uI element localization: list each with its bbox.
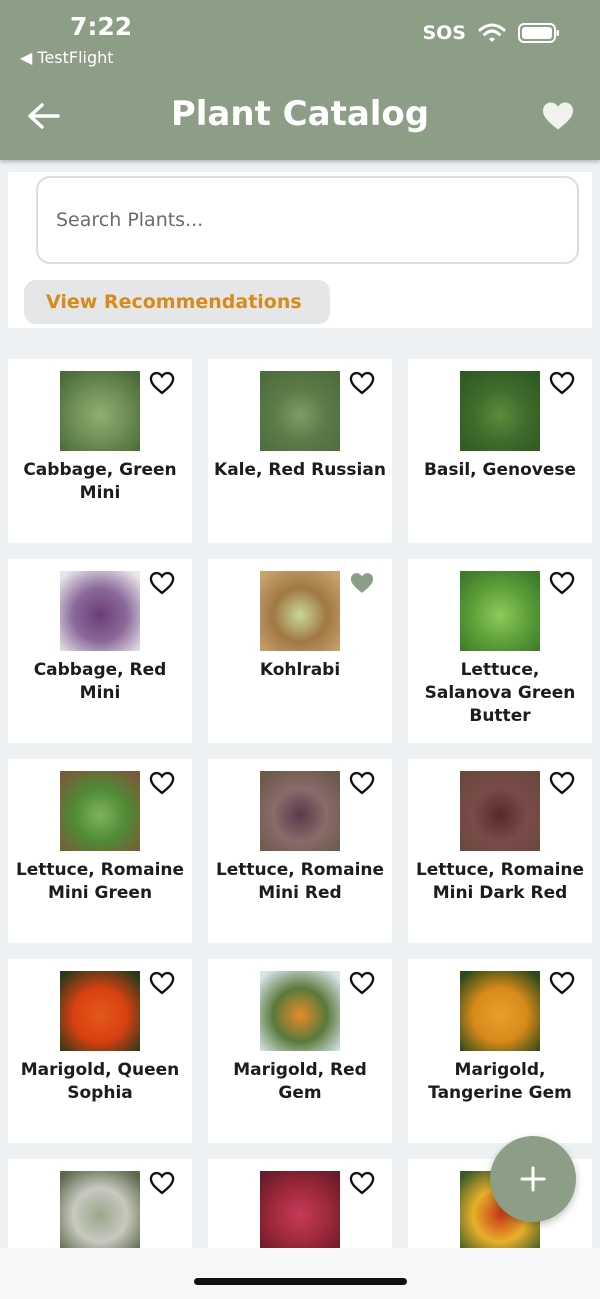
plant-image — [460, 971, 540, 1051]
plant-card[interactable]: Lettuce, Salanova Green Butter — [408, 559, 592, 743]
plant-name: Kohlrabi — [259, 660, 341, 680]
plant-name: Basil, Genovese — [423, 460, 577, 480]
plant-image — [260, 371, 340, 451]
plant-image — [60, 1171, 140, 1251]
heart-outline-icon[interactable] — [348, 769, 376, 797]
plant-image — [260, 971, 340, 1051]
plant-image — [60, 571, 140, 651]
view-recommendations-button[interactable]: View Recommendations — [24, 280, 330, 324]
heart-outline-icon[interactable] — [348, 1169, 376, 1197]
search-input[interactable] — [36, 176, 579, 264]
plant-name: Lettuce, Romaine Mini Dark Red — [415, 860, 585, 903]
plant-card[interactable]: Cabbage, Red Mini — [8, 559, 192, 743]
plus-icon — [520, 1166, 546, 1192]
plant-card[interactable]: Marigold, Red Gem — [208, 959, 392, 1143]
plant-image — [60, 971, 140, 1051]
plant-name: Cabbage, Green Mini — [23, 460, 177, 503]
heart-outline-icon[interactable] — [148, 769, 176, 797]
plant-card[interactable]: Lettuce, Romaine Mini Dark Red — [408, 759, 592, 943]
heart-filled-icon[interactable] — [540, 98, 576, 134]
plant-card[interactable]: Cabbage, Green Mini — [8, 359, 192, 543]
status-icons: SOS — [422, 22, 560, 44]
plant-card[interactable]: Lettuce, Romaine Mini Red — [208, 759, 392, 943]
search-panel: View Recommendations — [8, 172, 592, 328]
plant-card[interactable]: Lettuce, Romaine Mini Green — [8, 759, 192, 943]
plant-card[interactable]: Kale, Red Russian — [208, 359, 392, 543]
plant-name: Marigold, Tangerine Gem — [428, 1060, 572, 1103]
testflight-back-link[interactable]: ◀ TestFlight — [20, 48, 114, 67]
heart-outline-icon[interactable] — [548, 969, 576, 997]
heart-outline-icon[interactable] — [348, 969, 376, 997]
plant-name: Marigold, Red Gem — [233, 1060, 367, 1103]
plant-image — [60, 771, 140, 851]
plant-image — [460, 771, 540, 851]
plant-image — [260, 571, 340, 651]
plant-image — [460, 571, 540, 651]
plant-card[interactable]: Basil, Genovese — [408, 359, 592, 543]
battery-icon — [518, 23, 559, 43]
heart-outline-icon[interactable] — [548, 569, 576, 597]
heart-filled-icon[interactable] — [348, 569, 376, 597]
plant-image — [460, 371, 540, 451]
heart-outline-icon[interactable] — [548, 769, 576, 797]
plant-image — [260, 1171, 340, 1251]
heart-outline-icon[interactable] — [148, 969, 176, 997]
plant-name: Cabbage, Red Mini — [33, 660, 167, 703]
plant-card[interactable]: Marigold, Queen Sophia — [8, 959, 192, 1143]
plant-card[interactable]: Marigold, Tangerine Gem — [408, 959, 592, 1143]
page-title: Plant Catalog — [170, 94, 430, 134]
sos-indicator: SOS — [422, 22, 466, 44]
plant-name: Marigold, Queen Sophia — [20, 1060, 180, 1103]
add-plant-button[interactable] — [490, 1136, 576, 1222]
heart-outline-icon[interactable] — [148, 569, 176, 597]
home-indicator — [194, 1278, 407, 1285]
wifi-icon — [478, 23, 506, 42]
status-time: 7:22 — [70, 12, 133, 41]
plant-image — [260, 771, 340, 851]
heart-outline-icon[interactable] — [148, 1169, 176, 1197]
heart-outline-icon[interactable] — [348, 369, 376, 397]
plant-card[interactable]: Kohlrabi — [208, 559, 392, 743]
plant-name: Lettuce, Romaine Mini Green — [15, 860, 185, 903]
bottom-safe-area — [0, 1248, 600, 1299]
app-header: 7:22 ◀ TestFlight SOS Plant Catalog — [0, 0, 600, 160]
plant-name: Lettuce, Romaine Mini Red — [215, 860, 385, 903]
plant-name: Lettuce, Salanova Green Butter — [424, 660, 576, 726]
plant-image — [60, 371, 140, 451]
heart-outline-icon[interactable] — [548, 369, 576, 397]
heart-outline-icon[interactable] — [148, 369, 176, 397]
plant-name: Kale, Red Russian — [214, 460, 386, 480]
